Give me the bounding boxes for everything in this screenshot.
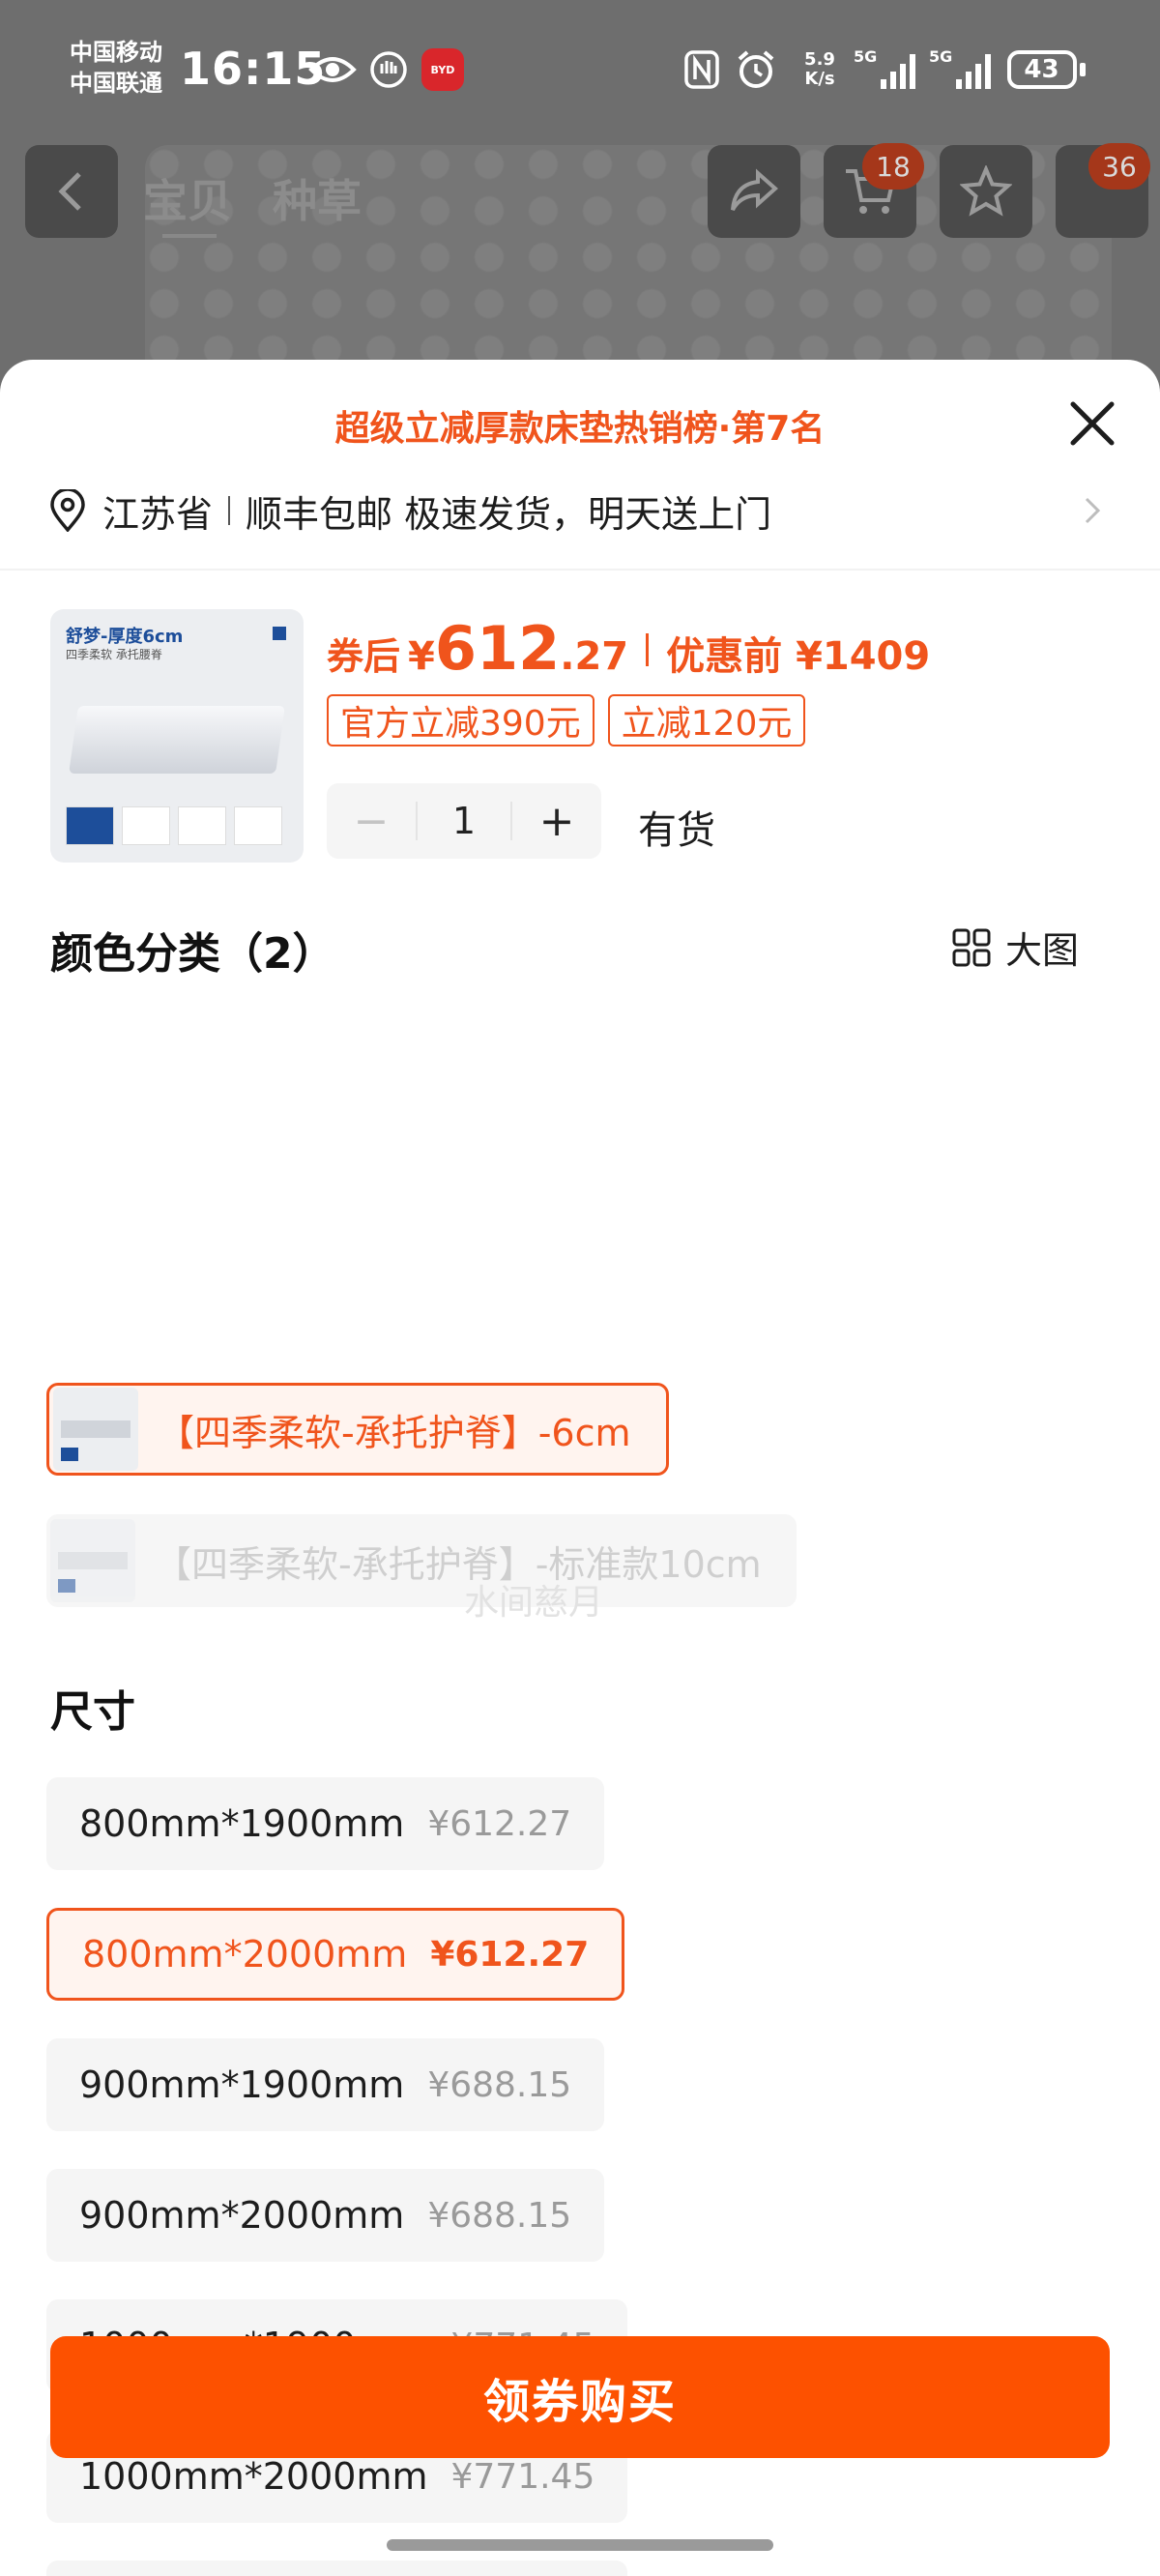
decrease-quantity-button[interactable]: − <box>327 783 416 859</box>
size-option[interactable]: 900mm*2000mm ¥688.15 <box>46 2169 605 2262</box>
network-type-2: 5G <box>929 48 952 66</box>
shipping-info: 顺丰包邮 极速发货，明天送上门 <box>246 492 772 536</box>
thumbnail-subtitle: 四季柔软 承托腰脊 <box>66 648 162 661</box>
quantity-stepper: − 1 + <box>327 783 601 859</box>
share-button <box>708 145 800 238</box>
color-option-10cm[interactable]: 【四季柔软-承托护脊】-标准款10cm <box>46 1514 797 1607</box>
discount-tag: 官方立减390元 <box>327 694 594 746</box>
battery-icon: 43 <box>1005 48 1087 91</box>
nav-tabs: 宝贝 种草 <box>143 166 387 230</box>
original-price: 优惠前 ¥1409 <box>666 634 931 679</box>
signal-icon-2: 5G <box>928 48 998 91</box>
size-option[interactable]: 800mm*1900mm ¥612.27 <box>46 1777 605 1870</box>
mattress-illustration <box>69 706 285 774</box>
color-option-6cm[interactable]: 【四季柔软-承托护脊】-6cm <box>46 1383 669 1476</box>
sku-bottom-sheet: 超级立减厚款床垫热销榜·第7名 江苏省 顺丰包邮 极速发货，明天送上门 舒梦-厚… <box>0 360 1160 2576</box>
close-icon <box>1070 401 1115 446</box>
price-decimal: .27 <box>560 634 629 679</box>
size-option[interactable]: 900mm*1900mm ¥688.15 <box>46 2038 605 2131</box>
close-button[interactable] <box>1063 395 1121 453</box>
thumbnail-title: 舒梦-厚度6cm <box>66 627 184 647</box>
price-row: 券后 ¥ 612 .27 优惠前 ¥1409 <box>327 613 930 687</box>
increase-quantity-button[interactable]: + <box>512 783 601 859</box>
watermark: 水间慈月 <box>464 1583 604 1623</box>
big-image-label: 大图 <box>1005 929 1080 972</box>
more-badge: 36 <box>1088 143 1150 190</box>
carrier-2: 中国联通 <box>70 70 162 97</box>
color-option-label: 【四季柔软-承托护脊】-标准款10cm <box>155 1542 762 1586</box>
size-option-label: 800mm*2000mm <box>82 1933 408 1976</box>
alarm-icon <box>735 48 777 91</box>
size-section-title: 尺寸 <box>50 1687 135 1737</box>
network-speed: 5.9 K/s <box>795 50 845 93</box>
nfc-icon <box>682 48 721 91</box>
delivery-address-row[interactable]: 江苏省 顺丰包邮 极速发货，明天送上门 <box>48 482 1112 540</box>
size-option-label: 1000mm*2000mm <box>79 2455 428 2498</box>
quantity-value[interactable]: 1 <box>416 802 512 840</box>
back-button <box>25 145 118 238</box>
thumbnail-feature-strip <box>66 806 282 845</box>
eye-icon <box>307 48 358 91</box>
location-pin-icon <box>50 489 85 532</box>
product-thumbnail[interactable]: 舒梦-厚度6cm 四季柔软 承托腰脊 <box>50 609 304 863</box>
carrier-names: 中国移动 中国联通 <box>70 37 162 99</box>
tab-underline <box>162 234 217 238</box>
address-divider <box>228 496 231 525</box>
favorite-button <box>940 145 1032 238</box>
size-option[interactable]: 800mm*2000mm ¥612.27 <box>46 1908 625 2001</box>
battery-level: 43 <box>1006 50 1077 89</box>
byd-icon: BYD <box>421 48 464 91</box>
size-option-label: 800mm*1900mm <box>79 1802 405 1845</box>
color-section-title: 颜色分类（2） <box>50 929 335 979</box>
discount-tags: 官方立减390元 立减120元 <box>327 694 806 746</box>
size-option[interactable]: 1200mm*1900mm¥813.95 <box>46 2561 628 2576</box>
price-divider <box>646 633 650 666</box>
size-option-price: ¥771.45 <box>450 2456 595 2497</box>
gesture-icon <box>367 48 410 91</box>
background-nav-bar: 宝贝 种草 18 36 <box>0 143 1160 242</box>
home-indicator[interactable] <box>387 2539 773 2551</box>
color-option-thumbnail <box>50 1519 135 1602</box>
size-option-price: ¥688.15 <box>427 2064 572 2105</box>
price-currency: ¥ <box>408 634 435 679</box>
color-option-thumbnail <box>53 1388 138 1471</box>
divider <box>0 569 1160 571</box>
claim-coupon-buy-button[interactable]: 领券购买 <box>50 2336 1110 2458</box>
background-page: 中国移动 中国联通 16:15 BYD 5.9 K/s 5G 5G 43 宝贝 … <box>0 0 1160 387</box>
price-integer: 612 <box>434 613 561 684</box>
speed-value: 5.9 <box>804 49 835 70</box>
color-option-label: 【四季柔软-承托护脊】-6cm <box>158 1411 631 1454</box>
ranking-title[interactable]: 超级立减厚款床垫热销榜·第7名 <box>0 400 1160 451</box>
chevron-right-icon <box>1085 497 1101 524</box>
stock-status: 有货 <box>638 808 715 853</box>
grid-icon <box>952 928 991 966</box>
size-option-price: ¥688.15 <box>427 2195 572 2236</box>
speed-unit: K/s <box>804 69 835 89</box>
network-type-1: 5G <box>854 48 877 66</box>
size-option-label: 900mm*1900mm <box>79 2064 405 2106</box>
cart-button: 18 <box>824 143 924 238</box>
discount-tag: 立减120元 <box>607 694 806 746</box>
carrier-1: 中国移动 <box>70 39 162 66</box>
big-image-toggle[interactable]: 大图 <box>951 921 1079 974</box>
tab-recommend: 种草 <box>273 175 362 227</box>
status-bar: 中国移动 中国联通 16:15 BYD 5.9 K/s 5G 5G 43 <box>0 0 1160 145</box>
signal-icon-1: 5G <box>853 48 922 91</box>
address-province: 江苏省 <box>102 492 214 536</box>
more-button: 36 <box>1056 143 1150 238</box>
tab-product: 宝贝 <box>143 175 232 227</box>
thumbnail-brand-mark <box>273 627 286 640</box>
clock: 16:15 <box>180 43 327 95</box>
size-option-label: 900mm*2000mm <box>79 2194 405 2237</box>
size-option-price: ¥612.27 <box>427 1803 572 1844</box>
size-option-price: ¥612.27 <box>430 1934 590 1975</box>
cart-badge: 18 <box>862 143 924 190</box>
price-label: 券后 <box>327 635 401 678</box>
